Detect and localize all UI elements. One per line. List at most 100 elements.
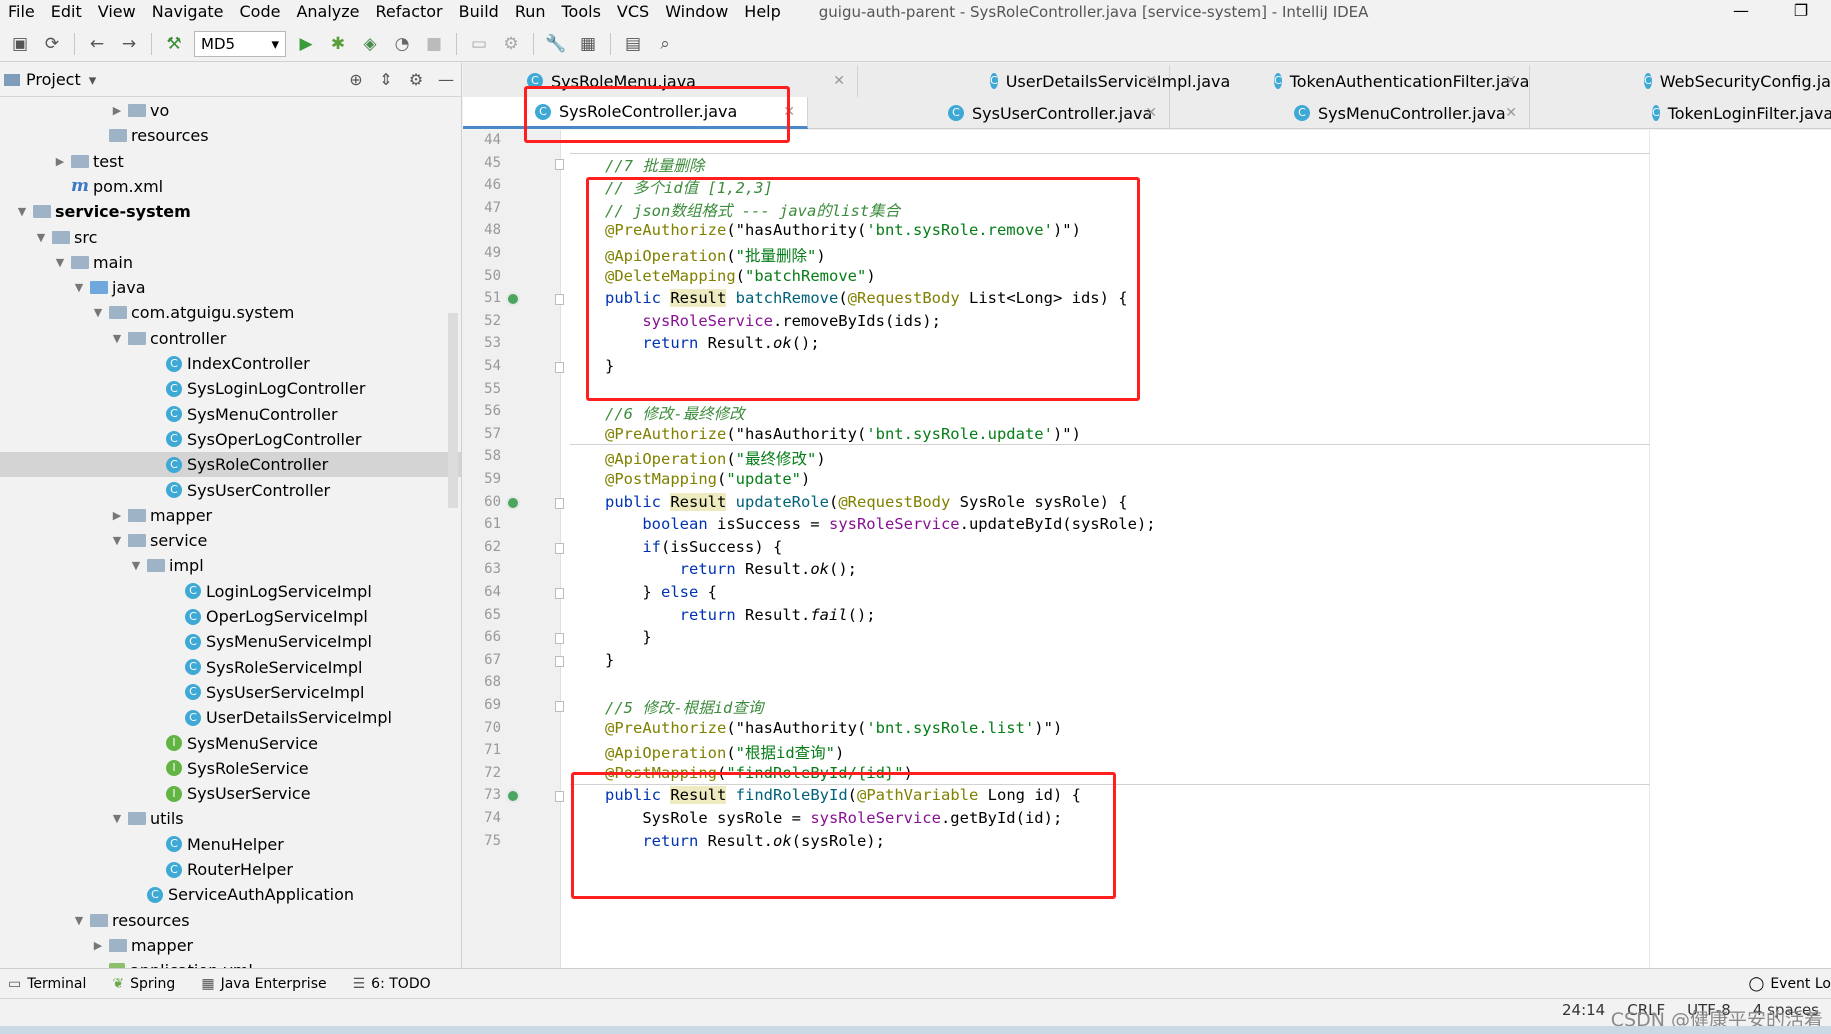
- collapse-arrow-icon[interactable]: ▶: [110, 104, 124, 117]
- expand-arrow-icon[interactable]: ▼: [72, 914, 86, 927]
- tree-item[interactable]: ▶ vo: [0, 98, 461, 123]
- tree-item[interactable]: C RouterHelper: [0, 857, 461, 882]
- menu-code[interactable]: Code: [232, 0, 289, 24]
- menu-edit[interactable]: Edit: [43, 0, 90, 24]
- profile-icon[interactable]: ◔: [389, 31, 415, 57]
- fold-marker-icon[interactable]: [555, 158, 564, 170]
- tree-item[interactable]: ▼ main: [0, 250, 461, 275]
- tree-item[interactable]: m pom.xml: [0, 174, 461, 199]
- stop-icon[interactable]: ■: [421, 31, 447, 57]
- tab-tokenloginfilter[interactable]: C TokenLoginFilter.java: [1530, 97, 1831, 129]
- tree-item[interactable]: ▼ utils: [0, 806, 461, 831]
- tree-item[interactable]: C SysRoleServiceImpl: [0, 655, 461, 680]
- minimize-icon[interactable]: —: [1711, 0, 1771, 24]
- expand-arrow-icon[interactable]: ▼: [72, 281, 86, 294]
- spring-tool-button[interactable]: ❦ Spring: [112, 976, 175, 992]
- tab-websecurityconfig[interactable]: C WebSecurityConfig.java: [1530, 65, 1831, 97]
- tree-item[interactable]: ▼ com.atguigu.system: [0, 300, 461, 325]
- expand-arrow-icon[interactable]: ▼: [129, 559, 143, 572]
- project-structure-icon[interactable]: ▦: [575, 31, 601, 57]
- menu-file[interactable]: File: [0, 0, 43, 24]
- tree-item[interactable]: C UserDetailsServiceImpl: [0, 705, 461, 730]
- menu-help[interactable]: Help: [736, 0, 788, 24]
- close-icon[interactable]: ✕: [1505, 105, 1517, 121]
- todo-tool-button[interactable]: ☰ 6: TODO: [353, 976, 431, 992]
- spring-bean-gutter-icon[interactable]: [506, 495, 520, 510]
- save-all-icon[interactable]: ▣: [7, 31, 33, 57]
- fold-marker-icon[interactable]: [555, 701, 564, 712]
- collapse-arrow-icon[interactable]: ▶: [53, 155, 67, 168]
- tree-item[interactable]: ▼ service-system: [0, 199, 461, 224]
- expand-arrow-icon[interactable]: ▼: [110, 332, 124, 345]
- event-log-button[interactable]: ◯ Event Lo: [1749, 969, 1831, 999]
- tree-item[interactable]: I SysRoleService: [0, 756, 461, 781]
- spring-bean-gutter-icon[interactable]: [506, 789, 520, 804]
- attach-icon[interactable]: ▭: [466, 31, 492, 57]
- tree-scrollbar[interactable]: [448, 313, 458, 508]
- collapse-all-icon[interactable]: ⇕: [371, 70, 401, 89]
- collapse-arrow-icon[interactable]: ▶: [110, 509, 124, 522]
- run-icon[interactable]: ▶: [293, 31, 319, 57]
- terminal-tool-button[interactable]: ▭ Terminal: [8, 976, 86, 992]
- tree-item[interactable]: C OperLogServiceImpl: [0, 604, 461, 629]
- fold-marker-icon[interactable]: [555, 362, 564, 373]
- tree-item[interactable]: resources: [0, 123, 461, 148]
- fold-marker-icon[interactable]: [555, 497, 564, 509]
- build-hammer-icon[interactable]: ⚒: [161, 31, 187, 57]
- locate-target-icon[interactable]: ⊕: [341, 70, 371, 89]
- close-icon[interactable]: ✕: [1505, 73, 1517, 89]
- tree-item[interactable]: C IndexController: [0, 351, 461, 376]
- close-icon[interactable]: ✕: [1145, 105, 1157, 121]
- tree-item[interactable]: ▶ mapper: [0, 503, 461, 528]
- run-config-select[interactable]: MD5 ▾: [194, 30, 286, 57]
- fold-marker-icon[interactable]: [555, 542, 564, 554]
- deploy-icon[interactable]: ⚙: [498, 31, 524, 57]
- tab-sysmenucontroller[interactable]: C SysMenuController.java ✕: [1170, 97, 1530, 129]
- tree-item[interactable]: C SysRoleController: [0, 452, 461, 478]
- expand-arrow-icon[interactable]: ▼: [15, 205, 29, 218]
- java-enterprise-tool-button[interactable]: ▦ Java Enterprise: [201, 976, 326, 992]
- forward-icon[interactable]: →: [116, 31, 142, 57]
- expand-arrow-icon[interactable]: ▼: [110, 534, 124, 547]
- project-title[interactable]: Project: [26, 70, 81, 89]
- fold-marker-icon[interactable]: [555, 655, 564, 667]
- expand-arrow-icon[interactable]: ▼: [34, 231, 48, 244]
- spring-bean-gutter-icon[interactable]: [506, 292, 520, 307]
- fold-marker-icon[interactable]: [555, 588, 564, 599]
- sync-icon[interactable]: ⟳: [39, 31, 65, 57]
- tree-item[interactable]: I SysUserService: [0, 781, 461, 806]
- tree-item[interactable]: C SysMenuController: [0, 402, 461, 427]
- expand-arrow-icon[interactable]: ▼: [53, 256, 67, 269]
- collapse-arrow-icon[interactable]: ▶: [91, 939, 105, 952]
- tree-item[interactable]: ▼ impl: [0, 553, 461, 578]
- menu-vcs[interactable]: VCS: [609, 0, 657, 24]
- tree-item[interactable]: C SysLoginLogController: [0, 376, 461, 401]
- menu-build[interactable]: Build: [451, 0, 507, 24]
- terminal-window-icon[interactable]: ▤: [620, 31, 646, 57]
- tree-item[interactable]: ▶ mapper: [0, 933, 461, 958]
- expand-arrow-icon[interactable]: ▼: [91, 306, 105, 319]
- tree-item[interactable]: ▼ src: [0, 225, 461, 250]
- menu-analyze[interactable]: Analyze: [288, 0, 367, 24]
- tree-item[interactable]: C MenuHelper: [0, 832, 461, 857]
- chevron-down-icon[interactable]: ▾: [89, 71, 97, 89]
- back-icon[interactable]: ←: [84, 31, 110, 57]
- tab-userdetailsserviceimpl[interactable]: C UserDetailsServiceImpl.java ✕: [858, 65, 1230, 97]
- tree-item[interactable]: ▼ controller: [0, 326, 461, 351]
- restore-icon[interactable]: ❐: [1771, 0, 1831, 24]
- tree-item[interactable]: ▼ resources: [0, 908, 461, 933]
- tree-item[interactable]: ▶ test: [0, 149, 461, 174]
- tree-item[interactable]: application.yml: [0, 958, 461, 968]
- expand-arrow-icon[interactable]: ▼: [110, 812, 124, 825]
- menu-window[interactable]: Window: [657, 0, 736, 24]
- close-icon[interactable]: ✕: [833, 73, 845, 89]
- menu-tools[interactable]: Tools: [554, 0, 609, 24]
- tree-item[interactable]: C ServiceAuthApplication: [0, 882, 461, 907]
- tree-item[interactable]: C LoginLogServiceImpl: [0, 579, 461, 604]
- wrench-icon[interactable]: 🔧: [543, 31, 569, 57]
- menu-run[interactable]: Run: [507, 0, 554, 24]
- coverage-icon[interactable]: ◈: [357, 31, 383, 57]
- tree-item[interactable]: C SysUserController: [0, 478, 461, 503]
- fold-marker-icon[interactable]: [555, 791, 564, 803]
- tab-sysusercontroller[interactable]: C SysUserController.java ✕: [808, 97, 1170, 129]
